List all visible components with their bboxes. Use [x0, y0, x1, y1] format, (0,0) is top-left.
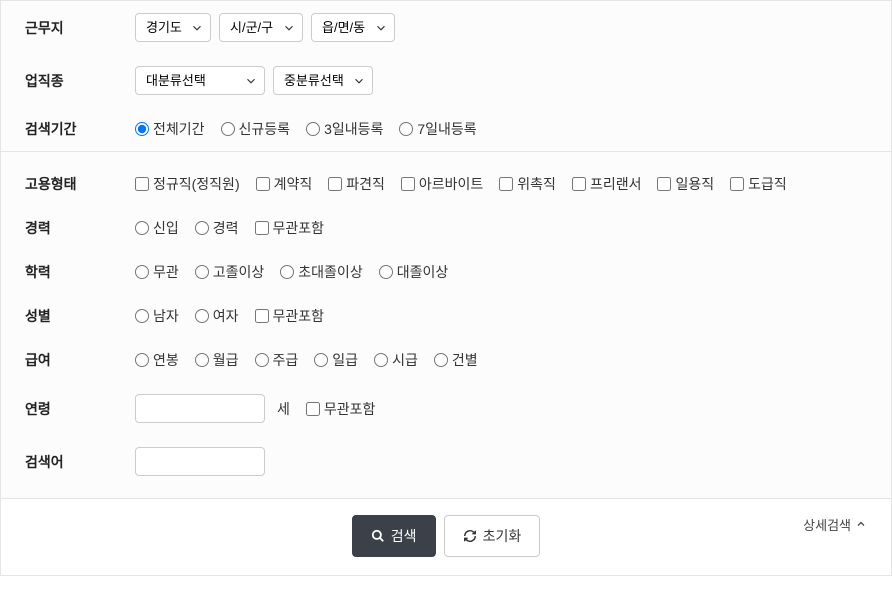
- employment-option-4[interactable]: 위촉직: [499, 174, 556, 194]
- employment-option-6[interactable]: 일용직: [657, 174, 714, 194]
- salary-option-3[interactable]: 일급: [314, 350, 358, 370]
- employment-type-label: 고용형태: [25, 174, 135, 194]
- chevron-up-icon: [855, 518, 869, 532]
- age-label: 연령: [25, 399, 135, 419]
- district-select[interactable]: 읍/면/동: [311, 13, 395, 42]
- salary-option-2[interactable]: 주급: [255, 350, 299, 370]
- keyword-label: 검색어: [25, 452, 135, 472]
- keyword-row: 검색어: [1, 435, 891, 488]
- education-option-1[interactable]: 고졸이상: [195, 262, 265, 282]
- job-category-label: 업직종: [25, 71, 135, 91]
- education-label: 학력: [25, 262, 135, 282]
- career-any[interactable]: 무관포함: [255, 218, 325, 238]
- education-option-3[interactable]: 대졸이상: [379, 262, 449, 282]
- salary-row: 급여 연봉 월급 주급 일급 시급 건별: [1, 338, 891, 382]
- refresh-icon: [463, 529, 477, 543]
- employment-option-2[interactable]: 파견직: [328, 174, 385, 194]
- salary-option-4[interactable]: 시급: [374, 350, 418, 370]
- period-row: 검색기간 전체기간 신규등록 3일내등록 7일내등록: [1, 107, 891, 151]
- employment-option-0[interactable]: 정규직(정직원): [135, 174, 240, 194]
- salary-label: 급여: [25, 350, 135, 370]
- career-label: 경력: [25, 218, 135, 238]
- gender-any[interactable]: 무관포함: [255, 306, 325, 326]
- career-row: 경력 신입 경력 무관포함: [1, 206, 891, 250]
- job-category-row: 업직종 대분류선택 중분류선택: [1, 54, 891, 107]
- gender-option-1[interactable]: 여자: [195, 306, 239, 326]
- career-option-1[interactable]: 경력: [195, 218, 239, 238]
- employment-option-1[interactable]: 계약직: [256, 174, 313, 194]
- search-button[interactable]: 검색: [352, 515, 436, 557]
- salary-option-5[interactable]: 건별: [434, 350, 478, 370]
- education-row: 학력 무관 고졸이상 초대졸이상 대졸이상: [1, 250, 891, 294]
- age-any[interactable]: 무관포함: [306, 399, 376, 419]
- education-option-0[interactable]: 무관: [135, 262, 179, 282]
- province-select[interactable]: 경기도: [135, 13, 211, 42]
- employment-type-row: 고용형태 정규직(정직원) 계약직 파견직 아르바이트 위촉직 프리랜서 일용직…: [1, 162, 891, 206]
- period-option-3days[interactable]: 3일내등록: [306, 119, 383, 139]
- salary-option-0[interactable]: 연봉: [135, 350, 179, 370]
- salary-option-1[interactable]: 월급: [195, 350, 239, 370]
- age-row: 연령 세 무관포함: [1, 382, 891, 435]
- period-option-7days[interactable]: 7일내등록: [399, 119, 476, 139]
- gender-label: 성별: [25, 306, 135, 326]
- career-option-0[interactable]: 신입: [135, 218, 179, 238]
- age-input[interactable]: [135, 394, 265, 423]
- mid-category-select[interactable]: 중분류선택: [273, 66, 373, 95]
- employment-option-7[interactable]: 도급직: [730, 174, 787, 194]
- detail-search-toggle[interactable]: 상세검색: [793, 509, 879, 540]
- employment-option-3[interactable]: 아르바이트: [401, 174, 483, 194]
- city-select[interactable]: 시/군/구: [219, 13, 303, 42]
- age-unit: 세: [277, 399, 290, 419]
- location-row: 근무지 경기도 시/군/구 읍/면/동: [1, 1, 891, 54]
- location-label: 근무지: [25, 18, 135, 38]
- gender-row: 성별 남자 여자 무관포함: [1, 294, 891, 338]
- reset-button[interactable]: 초기화: [444, 515, 541, 557]
- search-icon: [371, 529, 385, 543]
- employment-option-5[interactable]: 프리랜서: [572, 174, 642, 194]
- major-category-select[interactable]: 대분류선택: [135, 66, 265, 95]
- gender-option-0[interactable]: 남자: [135, 306, 179, 326]
- education-option-2[interactable]: 초대졸이상: [280, 262, 362, 282]
- period-label: 검색기간: [25, 119, 135, 139]
- period-option-new[interactable]: 신규등록: [221, 119, 291, 139]
- period-option-all[interactable]: 전체기간: [135, 119, 205, 139]
- keyword-input[interactable]: [135, 447, 265, 476]
